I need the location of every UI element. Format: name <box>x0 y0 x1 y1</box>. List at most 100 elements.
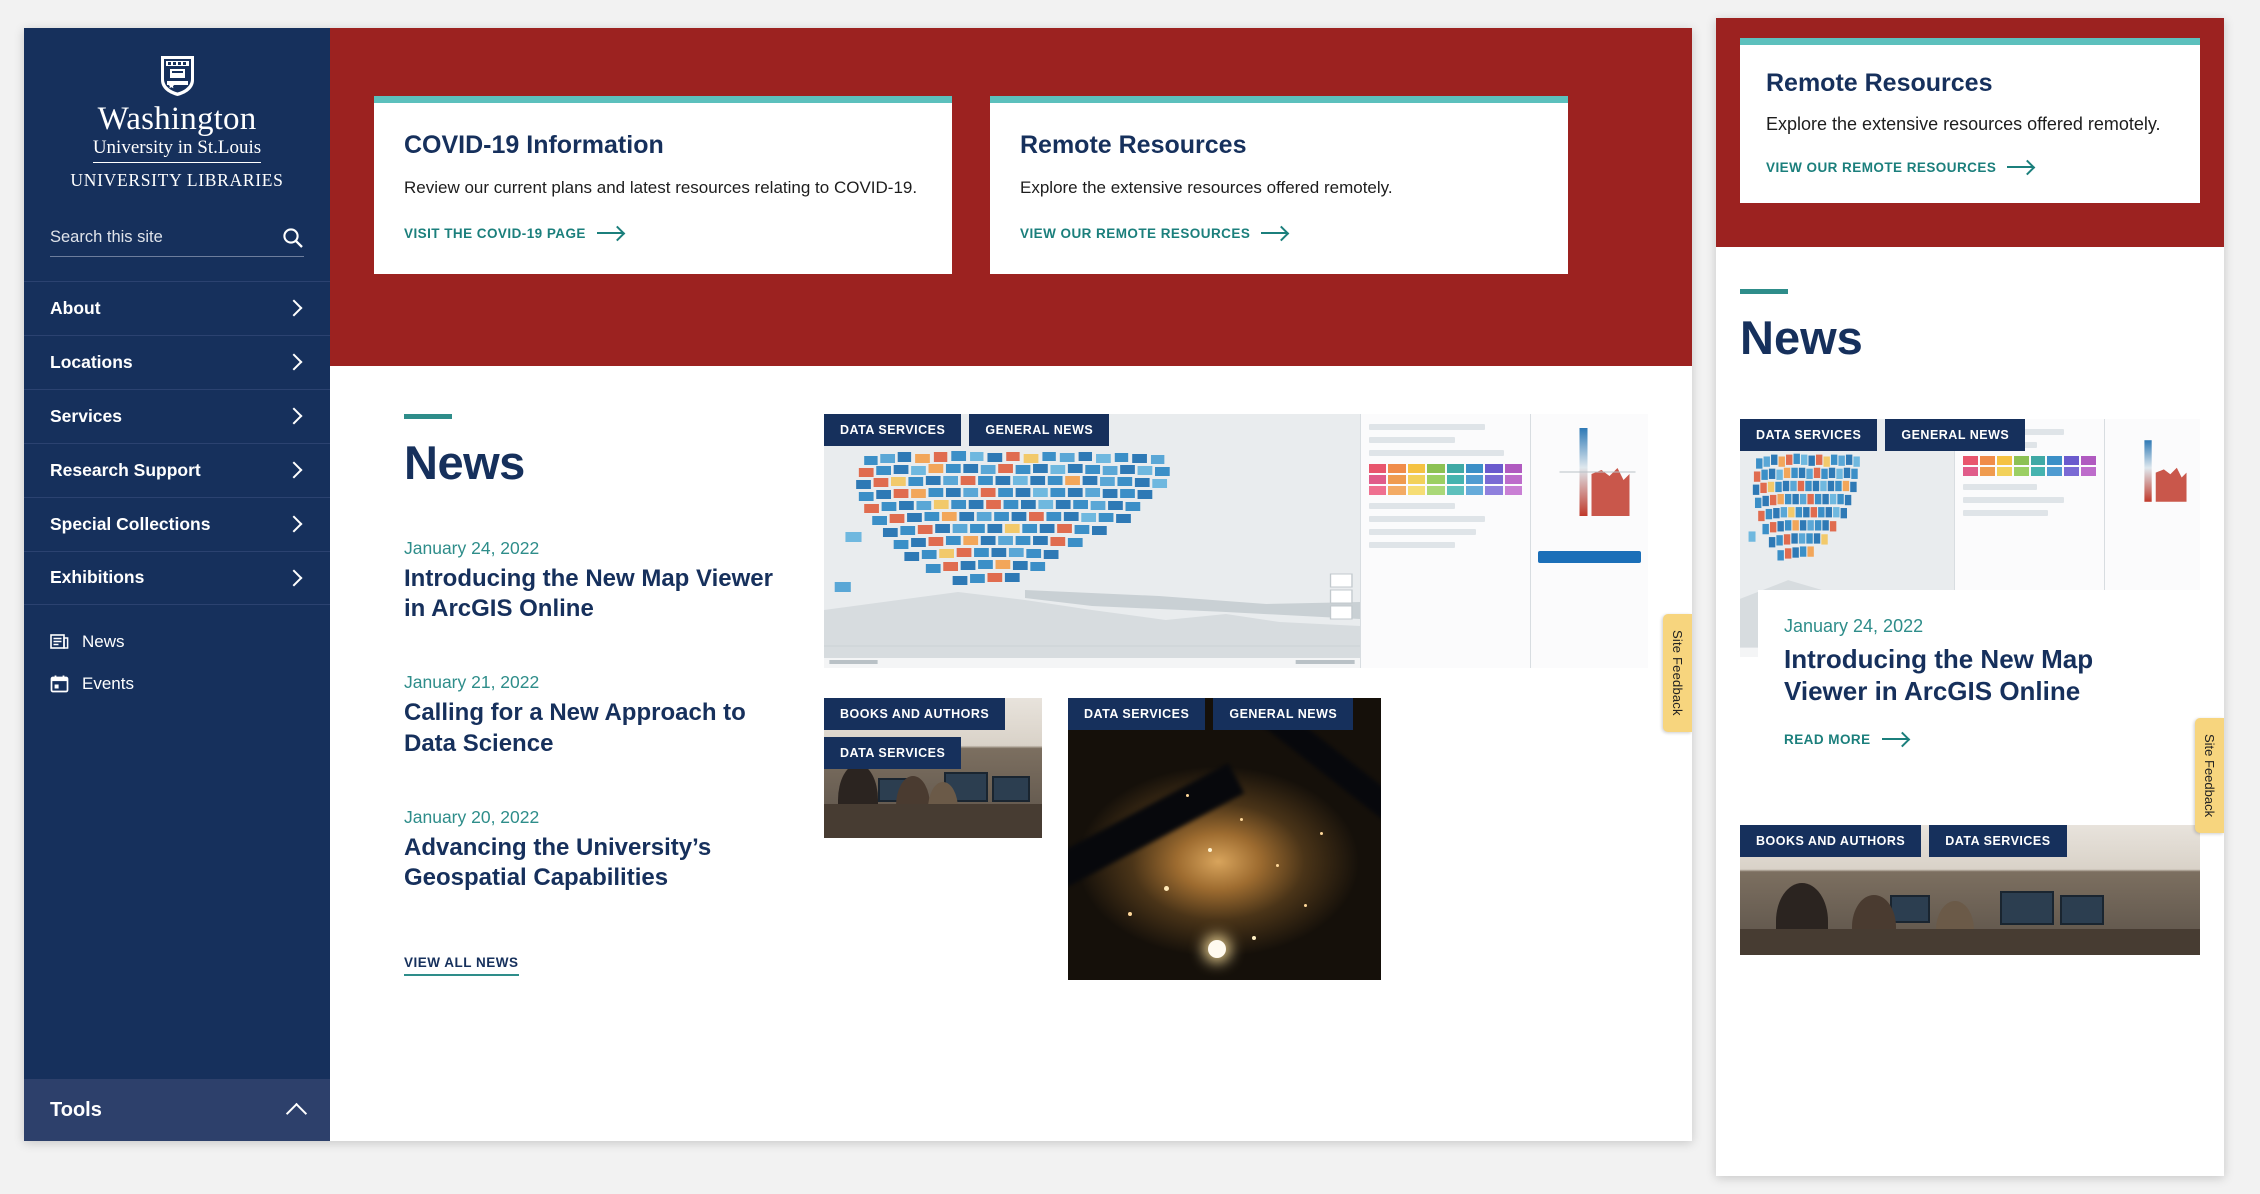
sidebar-item-locations[interactable]: Locations <box>24 334 330 389</box>
status-badge[interactable]: GENERAL NEWS <box>1885 418 2026 451</box>
sidebar-item-label: News <box>82 631 125 651</box>
section-rule <box>404 414 452 419</box>
search-button[interactable] <box>282 227 304 249</box>
promo-description: Explore the extensive resources offered … <box>1020 178 1393 197</box>
news-tile-map[interactable]: DATA SERVICES GENERAL NEWS <box>824 414 1648 668</box>
tile-badges: BOOKS AND AUTHORS DATA SERVICES <box>824 698 1006 769</box>
sidebar-item-events[interactable]: Events <box>50 663 304 705</box>
tools-toggle[interactable]: Tools <box>24 1079 330 1141</box>
promo-title: COVID-19 Information <box>404 131 664 159</box>
tile-badges: DATA SERVICES GENERAL NEWS <box>824 414 1110 446</box>
read-more-link[interactable]: READ MORE <box>1784 732 2174 747</box>
status-badge[interactable]: BOOKS AND AUTHORS <box>824 698 1006 730</box>
brand-line-3: UNIVERSITY LIBRARIES <box>70 169 284 190</box>
promo-card-remote[interactable]: Remote Resources Explore the extensive r… <box>990 96 1568 274</box>
news-list-item[interactable]: January 21, 2022 Calling for a New Appro… <box>404 672 794 758</box>
tile-badges: DATA SERVICES GENERAL NEWS <box>1740 418 2026 451</box>
promo-band: COVID-19 Information Review our current … <box>330 28 1692 366</box>
promo-description: Review our current plans and latest reso… <box>404 178 918 197</box>
sidebar-item-research-support[interactable]: Research Support <box>24 442 330 497</box>
main-content: COVID-19 Information Review our current … <box>330 28 1692 1141</box>
mobile-featured-overlay[interactable]: January 24, 2022 Introducing the New Map… <box>1758 589 2200 775</box>
nav-label: Special Collections <box>50 513 211 534</box>
search-input[interactable] <box>50 228 245 248</box>
sidebar-item-about[interactable]: About <box>24 280 330 335</box>
mobile-next-tile[interactable]: BOOKS AND AUTHORS DATA SERVICES <box>1740 824 2200 955</box>
news-list-item[interactable]: January 20, 2022 Advancing the Universit… <box>404 807 794 893</box>
sidebar-item-news[interactable]: News <box>50 621 304 663</box>
tile-badges: BOOKS AND AUTHORS DATA SERVICES <box>1740 824 2067 857</box>
chevron-right-icon <box>285 353 303 371</box>
newspaper-icon <box>50 634 69 650</box>
page-title: News <box>404 436 525 489</box>
sidebar-item-exhibitions[interactable]: Exhibitions <box>24 550 330 605</box>
promo-description: Explore the extensive resources offered … <box>1766 114 2161 134</box>
mobile-promo-card[interactable]: Remote Resources Explore the extensive r… <box>1740 38 2200 203</box>
chevron-right-icon <box>285 299 303 317</box>
search-icon <box>283 228 303 248</box>
map-svg <box>824 414 1360 668</box>
news-tile-library[interactable]: BOOKS AND AUTHORS DATA SERVICES <box>824 698 1042 838</box>
status-badge[interactable]: DATA SERVICES <box>824 737 962 769</box>
status-badge[interactable]: GENERAL NEWS <box>969 414 1110 446</box>
read-more-label: READ MORE <box>1784 731 1871 747</box>
choropleth-map-image <box>824 414 1360 668</box>
news-list-item[interactable]: January 24, 2022 Introducing the New Map… <box>404 538 794 624</box>
sidebar: Washington University in St.Louis UNIVER… <box>24 28 330 1141</box>
sidebar-item-label: Events <box>82 673 134 693</box>
article-title: Calling for a New Approach to Data Scien… <box>404 699 746 757</box>
arrow-right-icon <box>1261 232 1288 235</box>
status-badge[interactable]: GENERAL NEWS <box>1213 698 1354 730</box>
histogram-legend <box>2144 439 2187 502</box>
map-style-panel <box>1360 414 1530 668</box>
chevron-right-icon <box>285 515 303 533</box>
city-night-photo-image <box>1068 698 1381 980</box>
arrow-right-icon <box>1881 738 1908 741</box>
tools-label: Tools <box>50 1098 102 1121</box>
mobile-promo-band: Remote Resources Explore the extensive r… <box>1716 18 2224 247</box>
article-title: Introducing the New Map Viewer in ArcGIS… <box>1784 643 2094 707</box>
nav-label: Locations <box>50 351 133 372</box>
status-badge[interactable]: DATA SERVICES <box>1068 698 1206 730</box>
chevron-right-icon <box>285 407 303 425</box>
arrow-right-icon <box>2007 166 2034 169</box>
status-badge[interactable]: DATA SERVICES <box>1740 418 1878 451</box>
tile-badges: DATA SERVICES GENERAL NEWS <box>1068 698 1354 730</box>
arrow-right-icon <box>596 232 623 235</box>
mobile-featured-tile[interactable]: DATA SERVICES GENERAL NEWS January 24, 2… <box>1740 418 2200 775</box>
site-logo[interactable]: Washington University in St.Louis UNIVER… <box>24 28 330 221</box>
primary-nav: About Locations Services Research Suppor… <box>24 280 330 605</box>
view-all-news-link[interactable]: VIEW ALL NEWS <box>404 955 519 977</box>
article-date: January 24, 2022 <box>1784 615 1924 636</box>
nav-label: Research Support <box>50 459 201 480</box>
article-title: Introducing the New Map Viewer in ArcGIS… <box>404 565 773 623</box>
status-badge[interactable]: DATA SERVICES <box>824 414 962 446</box>
promo-title: Remote Resources <box>1766 69 1993 97</box>
site-feedback-tab[interactable]: Site Feedback <box>1663 614 1692 732</box>
search-bar[interactable] <box>50 227 304 257</box>
secondary-nav: News Events <box>24 605 330 705</box>
map-legend-panel <box>1530 414 1648 668</box>
nav-label: Services <box>50 405 123 426</box>
status-badge[interactable]: BOOKS AND AUTHORS <box>1740 824 1922 857</box>
promo-link-remote[interactable]: VIEW OUR REMOTE RESOURCES <box>1020 226 1538 241</box>
sidebar-item-services[interactable]: Services <box>24 388 330 443</box>
promo-link-covid[interactable]: VISIT THE COVID-19 PAGE <box>404 226 922 241</box>
mobile-browser-view: Remote Resources Explore the extensive r… <box>1716 18 2224 1176</box>
news-section: News January 24, 2022 Introducing the Ne… <box>330 366 1692 980</box>
news-list-column: News January 24, 2022 Introducing the Ne… <box>404 414 794 980</box>
article-date: January 20, 2022 <box>404 806 540 827</box>
brand-line-2: University in St.Louis <box>92 137 262 163</box>
news-tile-city[interactable]: DATA SERVICES GENERAL NEWS <box>1068 698 1381 980</box>
nav-label: About <box>50 297 101 318</box>
page-title: News <box>1740 310 1863 364</box>
sidebar-item-special-collections[interactable]: Special Collections <box>24 496 330 551</box>
site-feedback-tab[interactable]: Site Feedback <box>2195 718 2224 834</box>
chevron-up-icon <box>285 1102 308 1124</box>
promo-card-covid[interactable]: COVID-19 Information Review our current … <box>374 96 952 274</box>
promo-link-label: VIEW OUR REMOTE RESOURCES <box>1766 159 1997 175</box>
news-tiles-column: DATA SERVICES GENERAL NEWS BOOKS AND AUT… <box>824 414 1648 980</box>
status-badge[interactable]: DATA SERVICES <box>1929 824 2067 857</box>
mobile-promo-link[interactable]: VIEW OUR REMOTE RESOURCES <box>1766 160 2174 175</box>
chevron-right-icon <box>285 569 303 587</box>
